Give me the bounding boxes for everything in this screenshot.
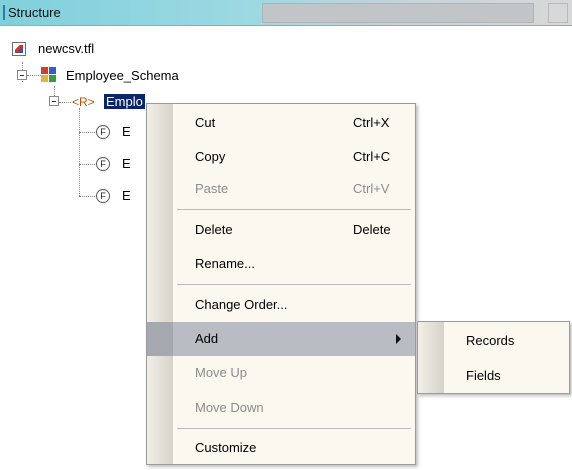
tree-line xyxy=(59,102,71,103)
context-menu: Cut Ctrl+X Copy Ctrl+C Paste Ctrl+V Dele… xyxy=(146,103,416,465)
menu-item-paste[interactable]: Paste Ctrl+V xyxy=(147,172,415,206)
tree-node-file[interactable]: newcsv.tfl xyxy=(38,41,94,56)
menu-item-label: Records xyxy=(466,333,515,348)
submenu-arrow-icon xyxy=(396,334,401,344)
menu-item-label: Rename... xyxy=(195,256,255,271)
tree-line xyxy=(79,164,95,165)
menu-item-label: Delete xyxy=(195,222,233,237)
menu-item-delete[interactable]: Delete Delete xyxy=(147,213,415,247)
tree-line xyxy=(79,108,80,196)
menu-item-label: Fields xyxy=(466,368,501,383)
tree-line xyxy=(79,196,95,197)
menu-item-move-up[interactable]: Move Up xyxy=(147,356,415,390)
menu-item-change-order[interactable]: Change Order... xyxy=(147,288,415,322)
titlebar-scroll-button[interactable] xyxy=(548,3,568,23)
submenu-item-records[interactable]: Records xyxy=(418,324,569,358)
field-icon: F xyxy=(96,189,110,203)
submenu-item-fields[interactable]: Fields xyxy=(418,359,569,393)
menu-item-label: Paste xyxy=(195,181,229,196)
menu-item-label: Change Order... xyxy=(195,297,288,312)
tree-node-field[interactable]: E xyxy=(122,188,131,203)
schema-icon xyxy=(41,67,57,83)
menu-item-copy[interactable]: Copy Ctrl+C xyxy=(147,140,415,174)
titlebar-accent xyxy=(3,5,5,20)
menu-item-shortcut: Delete xyxy=(353,222,391,237)
menu-item-shortcut: Ctrl+V xyxy=(353,181,390,196)
collapse-toggle[interactable] xyxy=(17,70,27,80)
record-icon: <R> xyxy=(72,95,95,109)
menu-item-label: Move Up xyxy=(195,365,248,380)
add-submenu: Records Fields xyxy=(417,321,570,394)
titlebar-scroll-track[interactable] xyxy=(262,3,534,23)
panel-titlebar: Structure xyxy=(0,0,572,26)
tree-node-schema[interactable]: Employee_Schema xyxy=(66,68,179,83)
menu-item-label: Move Down xyxy=(195,400,264,415)
field-icon: F xyxy=(96,125,110,139)
menu-item-label: Customize xyxy=(195,440,257,455)
panel-title: Structure xyxy=(8,5,61,20)
collapse-toggle[interactable] xyxy=(49,96,59,106)
menu-separator xyxy=(177,209,411,210)
menu-item-rename[interactable]: Rename... xyxy=(147,247,415,281)
tree-node-field[interactable]: E xyxy=(122,124,131,139)
field-icon: F xyxy=(96,157,110,171)
menu-separator xyxy=(177,428,411,429)
tree-line xyxy=(27,75,41,76)
menu-item-customize[interactable]: Customize xyxy=(147,431,415,465)
tree-node-record[interactable]: Emplo xyxy=(104,94,145,109)
tfl-file-icon xyxy=(12,42,26,56)
tree-node-field[interactable]: E xyxy=(122,156,131,171)
menu-item-label: Copy xyxy=(195,149,226,164)
menu-separator xyxy=(177,284,411,285)
menu-item-label: Cut xyxy=(195,115,216,130)
highlight-gutter xyxy=(147,322,173,356)
menu-item-shortcut: Ctrl+X xyxy=(353,115,390,130)
menu-item-label: Add xyxy=(195,331,219,346)
menu-item-move-down[interactable]: Move Down xyxy=(147,391,415,425)
menu-item-cut[interactable]: Cut Ctrl+X xyxy=(147,106,415,140)
menu-item-add[interactable]: Add xyxy=(147,322,415,356)
tree-line xyxy=(79,132,95,133)
structure-panel: Structure newcsv.tfl Employee_Schema <R>… xyxy=(0,0,572,470)
menu-item-shortcut: Ctrl+C xyxy=(353,149,391,164)
